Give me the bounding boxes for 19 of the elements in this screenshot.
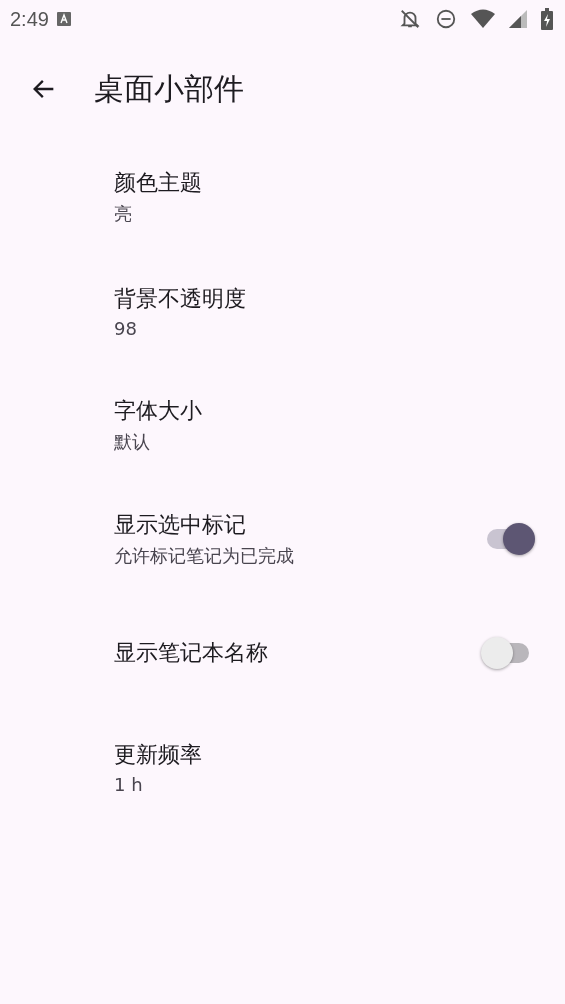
setting-title[interactable]: 显示笔记本名称: [114, 638, 268, 668]
setting-title[interactable]: 显示选中标记: [114, 510, 246, 540]
setting-summary: 1 h: [114, 773, 143, 795]
setting-summary: 亮: [114, 202, 132, 226]
do-not-disturb-icon: [435, 8, 457, 30]
setting-summary: 允许标记笔记为已完成: [114, 544, 294, 568]
keyboard-icon: [56, 12, 71, 26]
signal-icon: [509, 10, 527, 28]
setting-title[interactable]: 颜色主题: [114, 168, 202, 198]
wifi-icon: [471, 9, 495, 29]
setting-summary: 默认: [114, 430, 150, 454]
page-title: 桌面小部件: [94, 69, 244, 108]
setting-title[interactable]: 字体大小: [114, 396, 202, 426]
setting-title[interactable]: 背景不透明度: [114, 283, 246, 314]
battery-icon: [541, 8, 553, 30]
setting-summary: 98: [114, 317, 137, 339]
setting-title[interactable]: 更新频率: [114, 739, 202, 770]
bell-off-icon: [399, 8, 421, 30]
status-time: 2:49: [10, 7, 49, 31]
